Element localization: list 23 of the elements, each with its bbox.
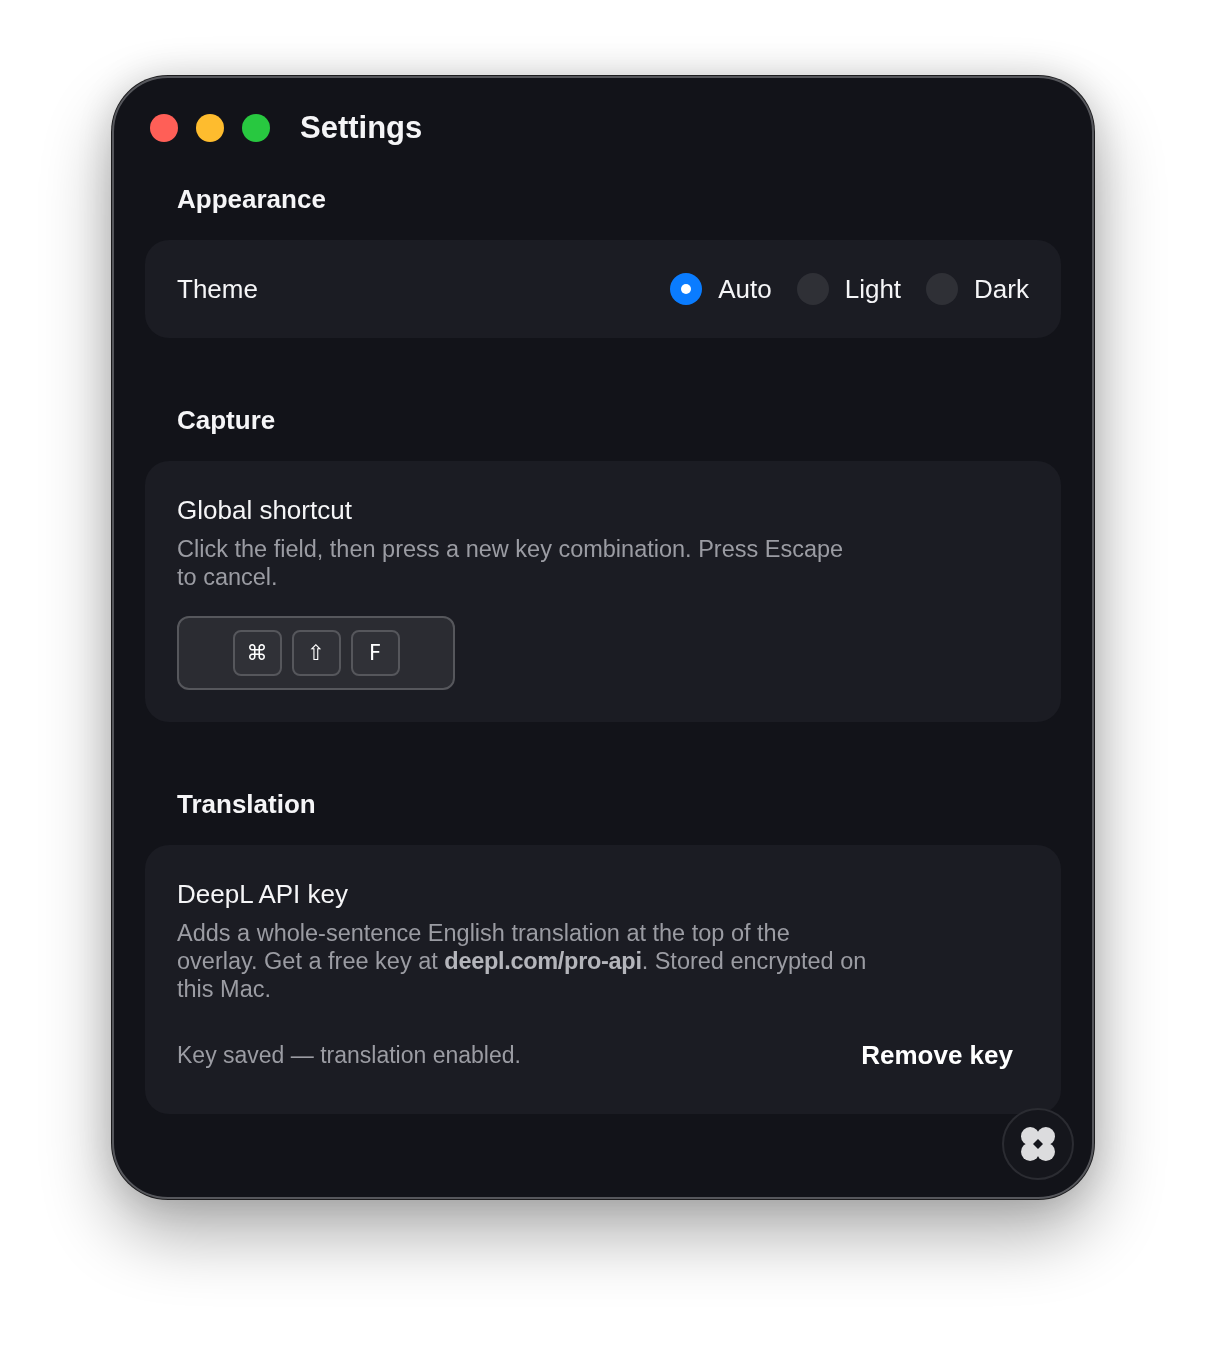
shortcut-field[interactable]: ⌘ ⇧ F — [177, 616, 455, 690]
setting-title: DeepL API key — [177, 878, 350, 910]
section-heading: Translation — [177, 788, 316, 820]
setting-title: Global shortcut — [177, 494, 353, 526]
minimize-button[interactable] — [196, 114, 224, 142]
setting-description: Click the field, then press a new key combination. Press Escape to cancel. — [177, 535, 845, 591]
quatrefoil-icon — [1021, 1127, 1055, 1161]
close-button[interactable] — [150, 114, 178, 142]
theme-radio-option[interactable]: Light — [796, 273, 902, 305]
status-text: Key saved — translation enabled. — [177, 1041, 521, 1069]
section-heading: Appearance — [177, 183, 326, 215]
remove-key-button[interactable]: Remove key — [845, 1035, 1029, 1075]
theme-radio-option[interactable]: Auto — [670, 273, 772, 305]
keycap: ⇧ — [291, 630, 341, 676]
setting-label: Theme — [177, 273, 258, 305]
radio-icon[interactable] — [670, 273, 703, 305]
keycap: F — [350, 630, 400, 676]
theme-radio-option[interactable]: Dark — [926, 273, 1029, 305]
setting-description: Adds a whole-sentence English translation at the top of the overlay. Get a free key at deepl.com/pro-api. Stored encrypted on this Mac. — [177, 919, 868, 1003]
section-heading: Capture — [177, 404, 276, 436]
zoom-button[interactable] — [242, 114, 270, 142]
window-title: Settings — [300, 109, 423, 147]
keycap: ⌘ — [232, 630, 282, 676]
